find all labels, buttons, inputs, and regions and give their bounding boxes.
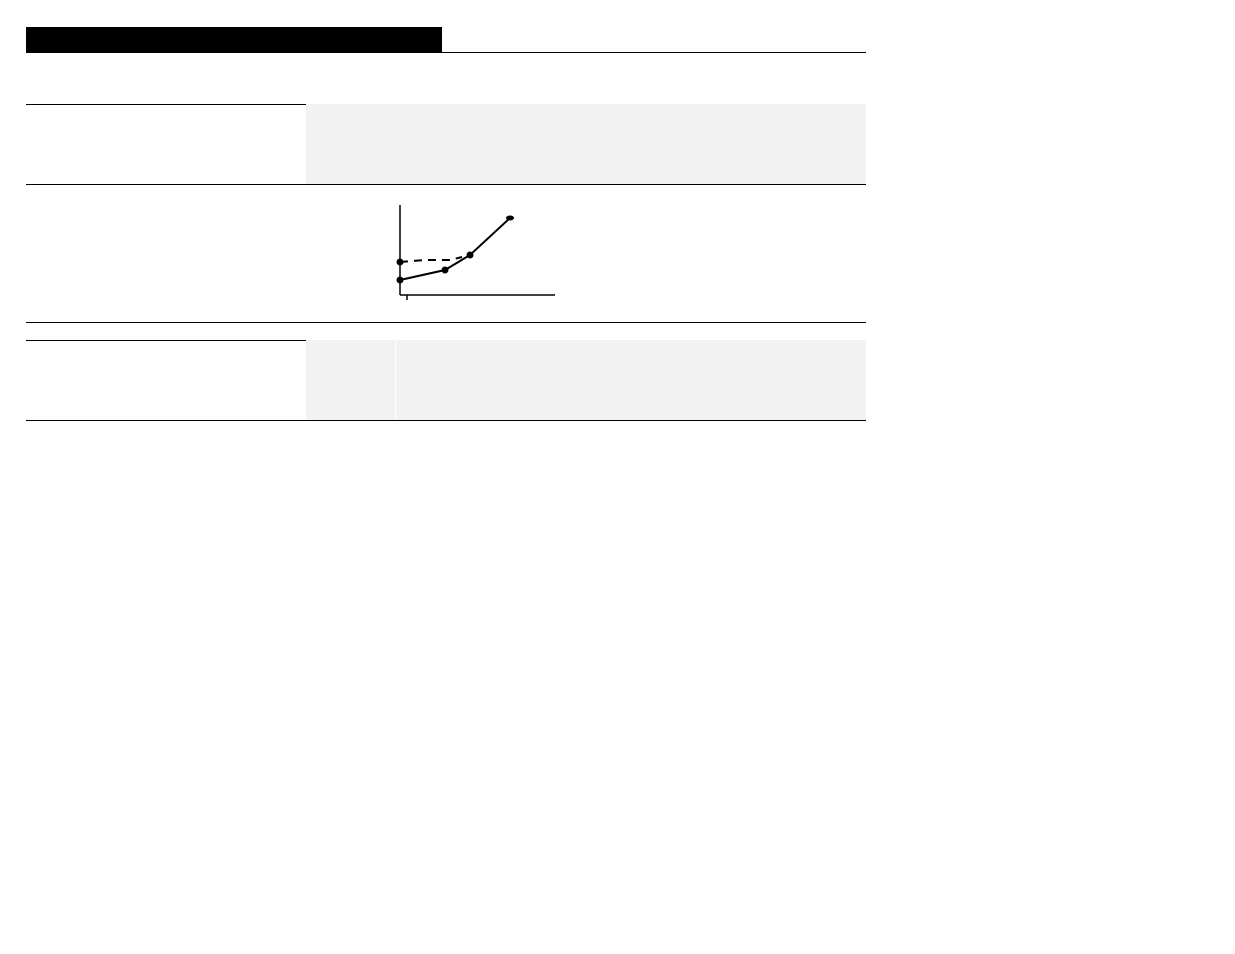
section2-gray-panel [306, 340, 866, 420]
section2-bottom-rule [26, 420, 866, 421]
section2-gray-divider [395, 340, 396, 420]
chart-type: line [0, 0, 1, 1]
section1-gray-panel [306, 104, 866, 184]
page: line [0, 0, 1235, 954]
header-rule [26, 52, 866, 53]
chart-svg [380, 200, 580, 305]
section1-bottom-rule [26, 184, 866, 185]
header-bar [26, 27, 442, 52]
chart [380, 200, 580, 305]
section-gap-rule-1 [26, 322, 866, 323]
